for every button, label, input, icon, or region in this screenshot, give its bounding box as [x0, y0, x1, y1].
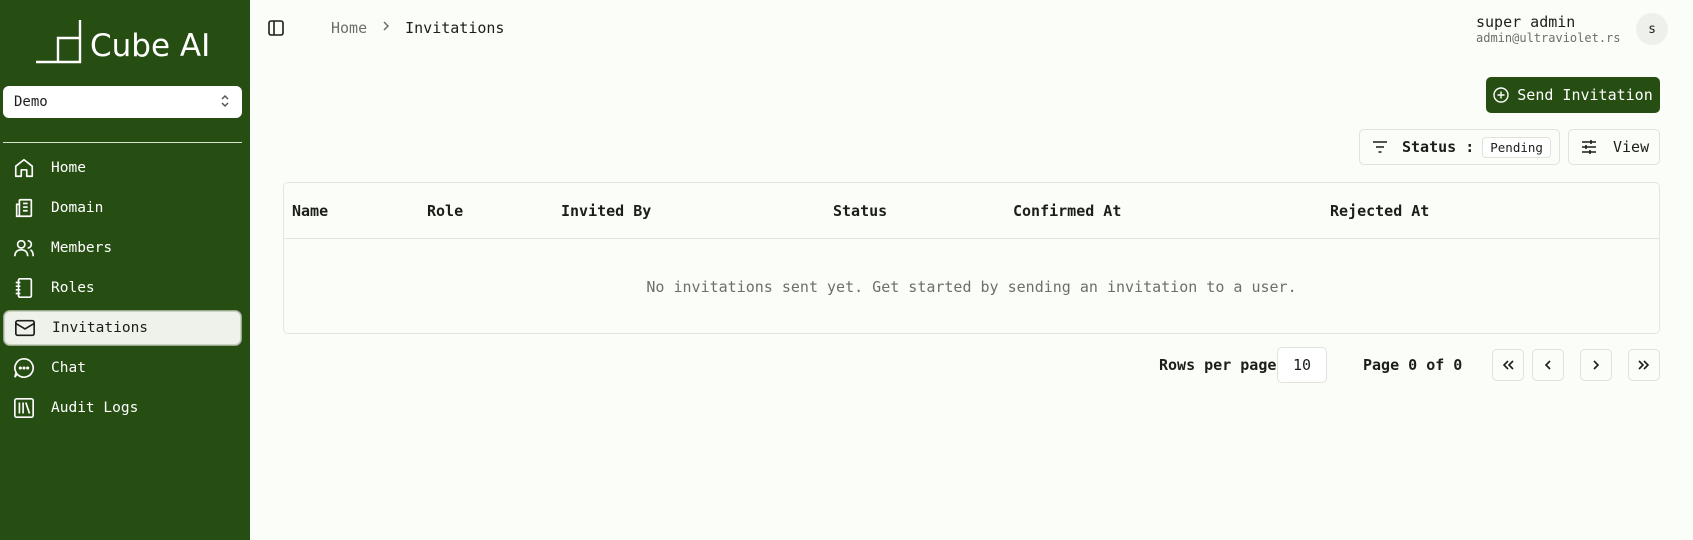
sidebar-nav: Home Domain Members Roles Invitations Ch… [0, 150, 250, 430]
library-icon [12, 396, 36, 420]
column-header-invited-by: Invited By [561, 202, 652, 220]
sliders-icon [1582, 140, 1596, 154]
status-filter-button[interactable]: Status : Pending [1359, 129, 1560, 165]
column-header-confirmed-at: Confirmed At [1013, 202, 1122, 220]
domain-icon [12, 196, 36, 220]
mail-icon [13, 316, 37, 340]
user-info: super admin admin@ultraviolet.rs [1476, 13, 1621, 46]
avatar[interactable]: s [1636, 13, 1668, 45]
status-badge: Pending [1482, 136, 1551, 158]
user-name: super admin [1476, 13, 1576, 31]
next-page-button[interactable] [1580, 349, 1612, 381]
sidebar-item-home[interactable]: Home [3, 150, 242, 186]
sidebar-item-label: Roles [51, 280, 95, 296]
sidebar-item-label: Members [51, 240, 113, 256]
sidebar-item-domain[interactable]: Domain [3, 190, 242, 226]
previous-page-button[interactable] [1532, 349, 1564, 381]
chevron-right-icon [381, 20, 391, 36]
column-header-role: Role [427, 202, 464, 220]
sidebar-item-roles[interactable]: Roles [3, 270, 242, 306]
filter-icon [1373, 141, 1387, 153]
cube-logo-icon [36, 20, 82, 64]
team-select-value: Demo [14, 94, 48, 110]
table-empty-message: No invitations sent yet. Get started by … [646, 277, 1297, 296]
app-logo[interactable]: Cube AI [34, 16, 234, 64]
breadcrumb: Home Invitations [331, 19, 504, 37]
sidebar-item-label: Audit Logs [51, 400, 139, 416]
view-label: View [1613, 138, 1650, 156]
send-invitation-button[interactable]: Send Invitation [1486, 77, 1660, 113]
sidebar-item-label: Domain [51, 200, 104, 216]
roles-icon [12, 276, 36, 300]
column-header-rejected-at: Rejected At [1330, 202, 1430, 220]
sidebar-item-label: Home [51, 160, 86, 176]
chevrons-left-icon [1502, 360, 1514, 370]
rows-per-page-select[interactable]: 10 [1277, 347, 1327, 383]
sidebar-item-chat[interactable]: Chat [3, 350, 242, 386]
sidebar-item-members[interactable]: Members [3, 230, 242, 266]
sidebar-item-label: Chat [51, 360, 86, 376]
sidebar-item-invitations[interactable]: Invitations [3, 310, 242, 346]
sidebar-item-audit-logs[interactable]: Audit Logs [3, 390, 242, 426]
chevrons-up-down-icon [219, 93, 231, 111]
members-icon [12, 236, 36, 260]
team-select[interactable]: Demo [3, 86, 242, 118]
chat-icon [12, 356, 36, 380]
chevron-right-icon [1593, 360, 1600, 370]
last-page-button[interactable] [1628, 349, 1660, 381]
app-title: Cube AI [90, 28, 211, 64]
chevron-left-icon [1544, 360, 1551, 370]
sidebar: Cube AI Demo Home Domain Members Roles I… [0, 0, 250, 540]
breadcrumb-home[interactable]: Home [331, 19, 367, 37]
table-header: Name Role Invited By Status Confirmed At… [284, 183, 1659, 239]
invitations-table: Name Role Invited By Status Confirmed At… [283, 182, 1660, 334]
chevrons-right-icon [1638, 360, 1650, 370]
status-filter-label: Status : [1402, 138, 1475, 156]
view-options-button[interactable]: View [1568, 129, 1660, 165]
toggle-sidebar-button[interactable] [266, 18, 286, 38]
user-email: admin@ultraviolet.rs [1476, 31, 1621, 45]
rows-per-page-label: Rows per page [1159, 356, 1277, 374]
sidebar-item-label: Invitations [52, 320, 149, 336]
column-header-name: Name [292, 202, 329, 220]
page-info: Page 0 of 0 [1363, 356, 1463, 374]
home-icon [12, 156, 36, 180]
first-page-button[interactable] [1492, 349, 1524, 381]
sidebar-toggle-icon [268, 20, 284, 36]
column-header-status: Status [833, 202, 888, 220]
send-invitation-label: Send Invitation [1517, 86, 1653, 104]
breadcrumb-current: Invitations [405, 19, 505, 37]
plus-circle-icon [1493, 87, 1509, 103]
sidebar-divider [3, 142, 242, 143]
